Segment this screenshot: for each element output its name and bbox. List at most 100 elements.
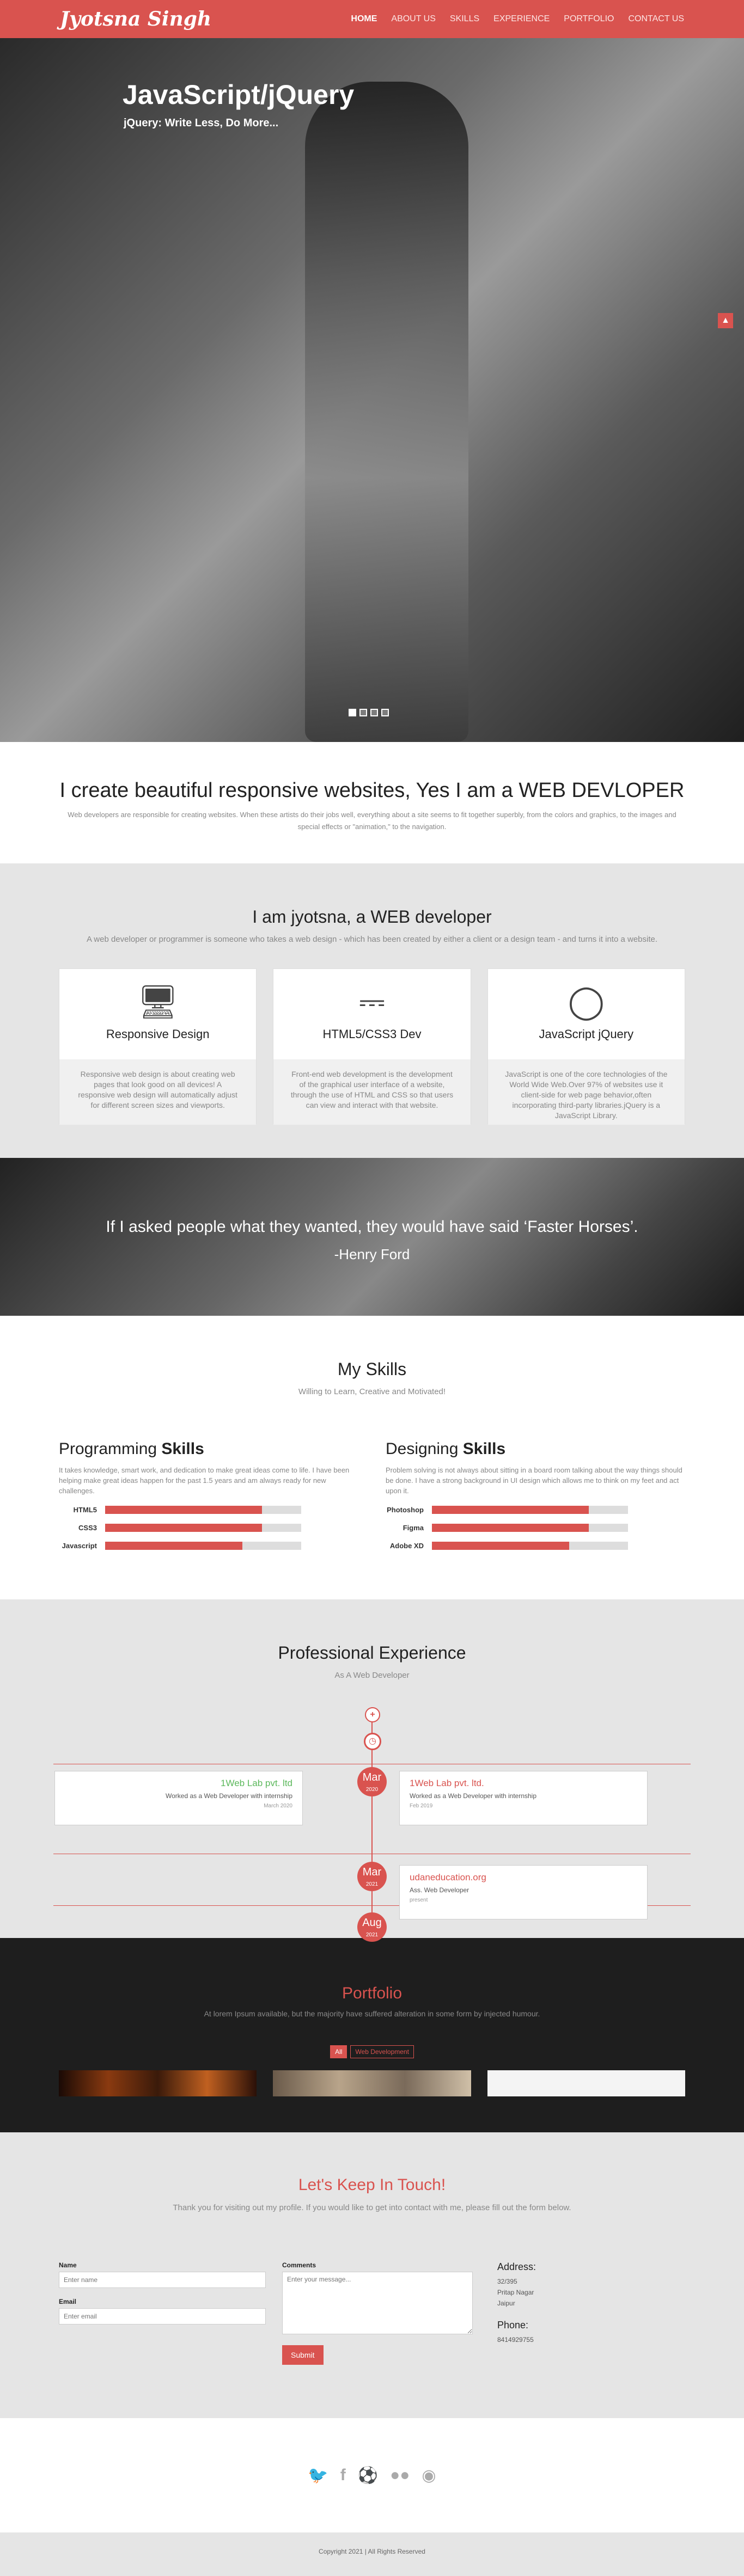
portfolio-subtitle: At lorem Ipsum available, but the majori… (204, 2009, 540, 2018)
intro-text: Web developers are responsible for creat… (68, 811, 676, 831)
carousel-dot[interactable] (359, 709, 367, 716)
brand-logo[interactable]: Jyotsna Singh (60, 8, 211, 30)
filter-all-button[interactable]: All (330, 2045, 347, 2058)
experience-entry: 1Web Lab pvt. ltd. Worked as a Web Devel… (399, 1771, 648, 1825)
nav-link-portfolio[interactable]: PORTFOLIO (564, 14, 614, 24)
contact-section: Let's Keep In Touch! Thank you for visit… (0, 2132, 744, 2418)
nav-link-skills[interactable]: SKILLS (450, 14, 479, 24)
flickr-icon[interactable]: ●● (390, 2466, 410, 2485)
skill-fill (105, 1506, 262, 1514)
portfolio-grid (59, 2070, 685, 2096)
address-block: Address: 32/395 Pritap Nagar Jaipur Phon… (489, 2261, 652, 2365)
skill-bar: CSS3 (59, 1524, 358, 1532)
company-name: udaneducation.org (410, 1872, 486, 1882)
job-date: March 2020 (264, 1803, 292, 1809)
comments-textarea[interactable] (282, 2272, 473, 2334)
submit-button[interactable]: Submit (282, 2345, 324, 2365)
clock-icon: ◷ (364, 1733, 381, 1750)
portfolio-thumbnail[interactable] (273, 2070, 471, 2096)
skill-fill (432, 1524, 589, 1532)
skills-section: My Skills Willing to Learn, Creative and… (0, 1316, 744, 1599)
skill-fill (432, 1542, 569, 1550)
skill-fill (432, 1506, 589, 1514)
service-card: 🖥 Responsive Design Responsive web desig… (59, 968, 257, 1125)
skills-title: My Skills (337, 1359, 407, 1379)
plus-icon: + (365, 1707, 380, 1722)
skill-label: CSS3 (78, 1524, 97, 1532)
job-role: Ass. Web Developer (410, 1886, 469, 1894)
twitter-icon[interactable]: 🐦 (308, 2466, 328, 2485)
skill-label: HTML5 (73, 1506, 97, 1514)
portfolio-section: Portfolio At lorem Ipsum available, but … (0, 1938, 744, 2132)
skill-label: Javascript (62, 1542, 97, 1550)
skill-fill (105, 1542, 242, 1550)
dribbble-icon[interactable]: ⚽ (358, 2466, 378, 2485)
nav-link-contact[interactable]: CONTACT US (628, 14, 684, 24)
hero-title: JavaScript/jQuery (123, 79, 355, 110)
carousel-dot[interactable] (381, 709, 389, 716)
about-section: I am jyotsna, a WEB developer A web deve… (0, 863, 744, 1158)
quote-author: -Henry Ford (334, 1246, 410, 1262)
comments-label: Comments (282, 2261, 316, 2269)
nav-links: HOME ABOUT US SKILLS EXPERIENCE PORTFOLI… (351, 14, 684, 24)
card-title: Responsive Design (106, 1027, 210, 1041)
carousel-dot[interactable] (370, 709, 378, 716)
chevron-up-icon[interactable]: ▲ (718, 313, 733, 328)
designing-desc: Problem solving is not always about sitt… (386, 1466, 682, 1495)
skill-bar: Adobe XD (386, 1542, 685, 1550)
lightbulb-icon: ◯ (568, 983, 605, 1020)
card-text: Front-end web development is the develop… (273, 1059, 471, 1125)
experience-entry: udaneducation.org Ass. Web Developer pre… (399, 1865, 648, 1919)
service-card: ⎓ HTML5/CSS3 Dev Front-end web developme… (273, 968, 471, 1125)
about-subtitle: A web developer or programmer is someone… (86, 935, 658, 944)
contact-title: Let's Keep In Touch! (298, 2176, 446, 2194)
skill-bar: Javascript (59, 1542, 358, 1550)
github-icon[interactable]: ◉ (422, 2466, 436, 2485)
email-input[interactable] (59, 2308, 266, 2324)
intro-section: I create beautiful responsive websites, … (0, 742, 744, 863)
programming-heading: Programming Skills (59, 1440, 204, 1458)
facebook-icon[interactable]: f (340, 2466, 346, 2485)
footer: Copyright 2021 | All Rights Reserved (0, 2532, 744, 2576)
nav-link-experience[interactable]: EXPERIENCE (493, 14, 550, 24)
filter-web-development-button[interactable]: Web Development (350, 2045, 414, 2058)
company-name: 1Web Lab pvt. ltd. (410, 1778, 484, 1788)
carousel-dot[interactable] (349, 709, 356, 716)
css3-icon: ⎓ (359, 983, 385, 1020)
carousel-indicators (349, 709, 389, 716)
experience-subtitle: As A Web Developer (334, 1671, 410, 1680)
company-name: 1Web Lab pvt. ltd (221, 1778, 292, 1788)
timeline-date: Mar 2021 (357, 1862, 387, 1891)
address-line: 32/395 (497, 2278, 517, 2285)
job-role: Worked as a Web Developer with internshi… (410, 1792, 537, 1800)
programming-desc: It takes knowledge, smart work, and dedi… (59, 1466, 350, 1495)
service-cards: 🖥 Responsive Design Responsive web desig… (59, 968, 685, 1125)
portfolio-thumbnail[interactable] (59, 2070, 257, 2096)
portfolio-thumbnail[interactable] (487, 2070, 685, 2096)
skill-bar: Figma (386, 1524, 685, 1532)
skill-label: Photoshop (387, 1506, 424, 1514)
timeline-date: Aug 2021 (357, 1912, 387, 1942)
address-heading: Address: (497, 2261, 536, 2272)
card-text: JavaScript is one of the core technologi… (487, 1059, 685, 1125)
monitor-icon: 🖥 (137, 984, 179, 1020)
card-title: HTML5/CSS3 Dev (322, 1027, 422, 1041)
quote-text: If I asked people what they wanted, they… (106, 1218, 638, 1236)
name-label: Name (59, 2261, 77, 2269)
email-label: Email (59, 2298, 77, 2305)
skill-bar: HTML5 (59, 1506, 358, 1514)
skill-label: Figma (403, 1524, 424, 1532)
contact-form: Name Email Comments Submit Address: 32/3… (59, 2261, 685, 2365)
skill-label: Adobe XD (389, 1542, 424, 1550)
address-line: Pritap Nagar (497, 2289, 534, 2296)
nav-link-about[interactable]: ABOUT US (391, 14, 436, 24)
hero-subtitle: jQuery: Write Less, Do More... (124, 117, 279, 129)
phone-heading: Phone: (497, 2320, 529, 2330)
portfolio-filters: All Web Development (0, 2045, 744, 2058)
nav-link-home[interactable]: HOME (351, 14, 377, 24)
navbar: Jyotsna Singh HOME ABOUT US SKILLS EXPER… (0, 0, 744, 38)
contact-subtitle: Thank you for visiting out my profile. I… (173, 2203, 571, 2212)
hero-carousel: JavaScript/jQuery jQuery: Write Less, Do… (0, 38, 744, 742)
phone-number: 8414929755 (497, 2336, 534, 2344)
name-input[interactable] (59, 2272, 266, 2288)
